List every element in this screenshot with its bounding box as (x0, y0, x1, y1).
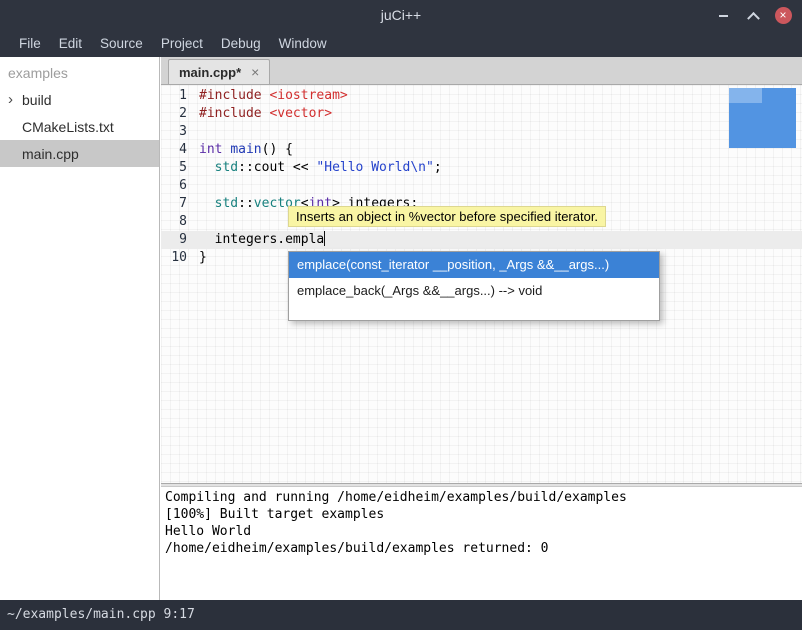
status-location: ~/examples/main.cpp 9:17 (7, 607, 195, 622)
line-number: 2 (161, 105, 187, 123)
terminal-line-0: Compiling and running /home/eidheim/exam… (165, 489, 798, 506)
menu-item-debug[interactable]: Debug (212, 32, 270, 55)
code-text: #include <vector> (199, 105, 332, 123)
tree-item-label: build (22, 92, 52, 108)
code-segment: :: (238, 160, 254, 175)
code-segment: std (215, 160, 238, 175)
code-segment: #include (199, 88, 262, 103)
status-bar: ~/examples/main.cpp 9:17 (0, 600, 802, 630)
code-line-4[interactable]: 4 int main() { (161, 141, 802, 159)
code-segment: <vector> (269, 106, 332, 121)
code-segment: int (199, 142, 222, 157)
line-number: 5 (161, 159, 187, 177)
code-editor[interactable]: 1 #include <iostream> 2 #include <vector> 34… (161, 85, 802, 483)
tab-main-cpp[interactable]: main.cpp* × (168, 59, 270, 84)
terminal-output: Compiling and running /home/eidheim/exam… (161, 487, 802, 600)
autocomplete-item-0[interactable]: emplace(const_iterator __position, _Args… (289, 252, 659, 278)
line-number: 7 (161, 195, 187, 213)
scrollbar-overview-highlight (729, 88, 762, 103)
maximize-button[interactable] (740, 1, 766, 29)
file-tree: ›build CMakeLists.txt main.cpp (0, 86, 159, 167)
juci-window: juCi++ × FileEditSourceProjectDebugWindo… (0, 0, 802, 630)
tree-item-build[interactable]: ›build (0, 86, 159, 113)
tab-label: main.cpp* (179, 65, 241, 80)
maximize-icon (747, 11, 760, 24)
autocomplete-item-1[interactable]: emplace_back(_Args &&__args...) --> void (289, 278, 659, 304)
code-segment: std (215, 196, 238, 211)
code-segment: main (230, 142, 261, 157)
close-button[interactable]: × (770, 1, 796, 29)
code-line-3[interactable]: 3 (161, 123, 802, 141)
menu-item-file[interactable]: File (10, 32, 50, 55)
code-segment: ; (434, 160, 442, 175)
code-segment: <iostream> (269, 88, 347, 103)
line-number: 9 (161, 231, 187, 249)
menu-item-window[interactable]: Window (270, 32, 336, 55)
doc-tooltip: Inserts an object in %vector before spec… (288, 206, 606, 227)
code-segment (199, 196, 215, 211)
code-text: integers.empla (199, 231, 325, 249)
code-line-1[interactable]: 1 #include <iostream> (161, 87, 802, 105)
terminal-line-1: [100%] Built target examples (165, 506, 798, 523)
code-segment (199, 160, 215, 175)
code-segment: integers.empla (199, 232, 324, 247)
scrollbar-overview[interactable] (729, 88, 796, 148)
line-number: 8 (161, 213, 187, 231)
code-text: std::cout << "Hello World\n"; (199, 159, 442, 177)
tree-item-main-cpp[interactable]: main.cpp (0, 140, 159, 167)
titlebar[interactable]: juCi++ × (0, 0, 802, 30)
menu-item-source[interactable]: Source (91, 32, 152, 55)
editor-pane: main.cpp* × 1 #include <iostream> 2 #includ… (161, 57, 802, 600)
code-segment: cout (254, 160, 285, 175)
menu-item-project[interactable]: Project (152, 32, 212, 55)
terminal-line-2: Hello World (165, 523, 798, 540)
autocomplete-popup: emplace(const_iterator __position, _Args… (288, 251, 660, 321)
tab-close-icon[interactable]: × (251, 64, 259, 80)
code-text: int main() { (199, 141, 293, 159)
tree-item-label: CMakeLists.txt (22, 119, 114, 135)
code-line-6[interactable]: 6 (161, 177, 802, 195)
line-number: 1 (161, 87, 187, 105)
terminal-line-3: /home/eidheim/examples/build/examples re… (165, 540, 798, 557)
menu-item-edit[interactable]: Edit (50, 32, 91, 55)
code-segment: << (285, 160, 316, 175)
minimize-button[interactable] (710, 1, 736, 29)
code-line-9[interactable]: 9 integers.empla (161, 231, 802, 249)
code-text: #include <iostream> (199, 87, 348, 105)
code-segment: } (199, 250, 207, 265)
line-number: 6 (161, 177, 187, 195)
code-line-5[interactable]: 5 std::cout << "Hello World\n"; (161, 159, 802, 177)
line-number: 10 (161, 249, 187, 267)
code-segment: () { (262, 142, 293, 157)
expander-icon[interactable]: › (8, 91, 22, 108)
code-segment: "Hello World\n" (316, 160, 433, 175)
window-controls: × (710, 0, 796, 30)
code-segment: :: (238, 196, 254, 211)
code-segment: #include (199, 106, 262, 121)
line-number: 3 (161, 123, 187, 141)
menu-bar: FileEditSourceProjectDebugWindow (0, 30, 802, 57)
project-name: examples (0, 57, 159, 86)
text-cursor (324, 231, 325, 246)
code-line-2[interactable]: 2 #include <vector> (161, 105, 802, 123)
code-lines: 1 #include <iostream> 2 #include <vector> 34… (161, 85, 802, 267)
sidebar: examples ›build CMakeLists.txt main.cpp (0, 57, 160, 600)
close-icon: × (775, 7, 792, 24)
tree-item-cmakelists-txt[interactable]: CMakeLists.txt (0, 113, 159, 140)
tab-bar: main.cpp* × (161, 57, 802, 85)
tree-item-label: main.cpp (22, 146, 79, 162)
line-number: 4 (161, 141, 187, 159)
code-text: } (199, 249, 207, 267)
minimize-icon (719, 14, 728, 17)
window-title: juCi++ (381, 7, 421, 23)
